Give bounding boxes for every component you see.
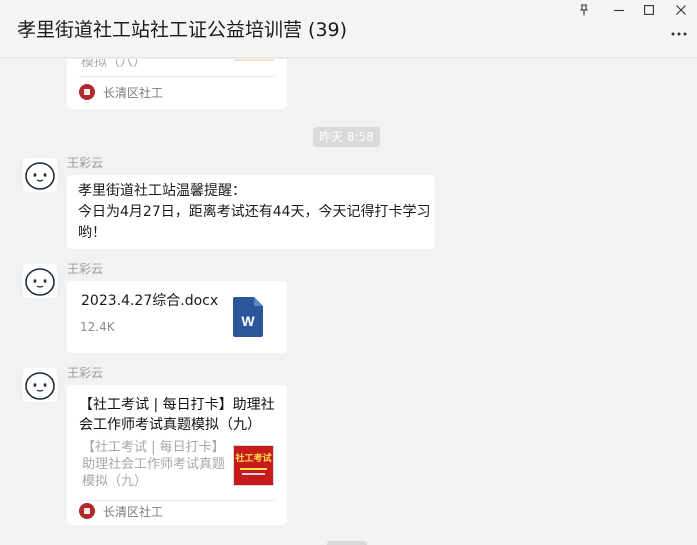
timestamp-divider: 昨天 8:58	[313, 127, 380, 147]
sender-name: 王彩云	[67, 366, 104, 380]
file-size: 12.4K	[80, 320, 115, 334]
maximize-icon	[644, 5, 654, 15]
article-desc: 模拟（八）	[81, 59, 147, 70]
article-card-previous[interactable]: 模拟（八） 长清区社工	[67, 59, 287, 109]
word-file-icon: W	[233, 297, 263, 337]
thumbnail-text: 社工考试	[235, 454, 272, 464]
avatar[interactable]	[23, 368, 57, 402]
minimize-icon	[614, 9, 624, 12]
message-line: 今日为4月27日，距离考试还有44天，今天记得打卡学习	[78, 204, 431, 220]
avatar[interactable]	[23, 158, 57, 192]
text-message-bubble[interactable]: 孝里街道社工站温馨提醒： 今日为4月27日，距离考试还有44天，今天记得打卡学习…	[67, 175, 435, 249]
article-source: 长清区社工	[79, 501, 163, 521]
sender-name: 王彩云	[67, 262, 104, 276]
source-logo-icon	[79, 503, 95, 519]
article-title-line: 会工作师考试真题模拟（九）	[79, 417, 261, 433]
source-name: 长清区社工	[103, 85, 164, 100]
title-bar: 孝里街道社工站社工证公益培训营 (39)	[0, 0, 697, 58]
maximize-button[interactable]	[638, 1, 660, 19]
article-desc-line: 【社工考试 | 每日打卡】	[82, 440, 225, 455]
message-list[interactable]: 模拟（八） 长清区社工 昨天 8:58 王彩云 孝里街道社工站温馨提醒： 今日为…	[0, 59, 697, 545]
more-button[interactable]	[669, 24, 689, 44]
pin-button[interactable]	[573, 1, 595, 19]
file-icon-letter: W	[241, 313, 255, 329]
article-title-line: 【社工考试 | 每日打卡】助理社	[79, 397, 275, 413]
timestamp-divider-partial	[327, 541, 367, 545]
file-message-card[interactable]: 2023.4.27综合.docx 12.4K W	[67, 281, 287, 353]
pin-icon	[580, 4, 588, 16]
chat-window: 孝里街道社工站社工证公益培训营 (39) 模拟（八） 长清区社工 昨天 8:58…	[0, 0, 697, 545]
article-thumbnail	[234, 59, 274, 61]
article-card[interactable]: 【社工考试 | 每日打卡】助理社 会工作师考试真题模拟（九） 【社工考试 | 每…	[67, 385, 287, 525]
close-icon	[676, 5, 686, 15]
message-line: 孝里街道社工站温馨提醒：	[78, 183, 246, 199]
avatar[interactable]	[23, 264, 57, 298]
more-icon	[671, 32, 687, 36]
chat-title: 孝里街道社工站社工证公益培训营 (39)	[17, 19, 348, 41]
file-name: 2023.4.27综合.docx	[81, 293, 219, 309]
source-name: 长清区社工	[103, 504, 164, 519]
message-line: 哟！	[78, 225, 106, 241]
source-logo-icon	[79, 84, 95, 100]
article-source: 长清区社工	[79, 82, 163, 102]
article-desc-line: 助理社会工作师考试真题	[82, 457, 226, 472]
thumbnail-stripe	[240, 468, 267, 470]
thumbnail-stripe	[242, 473, 265, 475]
article-thumbnail: 社工考试	[233, 445, 274, 486]
article-desc-line: 模拟（九）	[82, 474, 148, 489]
smiley-avatar-icon	[23, 158, 57, 192]
close-button[interactable]	[670, 1, 692, 19]
card-divider	[79, 76, 275, 77]
sender-name: 王彩云	[67, 156, 104, 170]
smiley-avatar-icon	[23, 368, 57, 402]
minimize-button[interactable]	[608, 1, 630, 19]
smiley-avatar-icon	[23, 264, 57, 298]
